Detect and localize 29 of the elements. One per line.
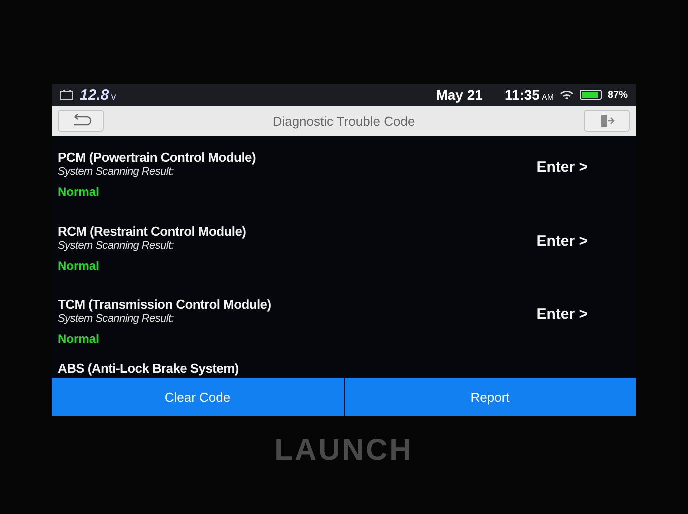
module-name: ABS (Anti-Lock Brake System)	[58, 360, 240, 376]
voltage-reading: 12.8	[80, 86, 110, 104]
exit-door-icon	[598, 114, 615, 128]
result-status: Normal	[58, 332, 100, 346]
screen-title: Diagnostic Trouble Code	[272, 114, 416, 128]
module-name: PCM (Powertrain Control Module)	[58, 150, 257, 166]
result-status: Normal	[58, 258, 100, 273]
enter-button[interactable]: Enter >	[530, 232, 594, 251]
battery-percent: 87%	[608, 90, 628, 100]
back-button[interactable]	[58, 110, 104, 132]
voltage-unit: v	[111, 92, 116, 103]
result-status: Normal	[58, 185, 100, 200]
module-name: TCM (Transmission Control Module)	[58, 296, 272, 312]
result-label: System Scanning Result:	[58, 312, 175, 325]
module-name: RCM (Restraint Control Module)	[58, 224, 248, 239]
battery-icon	[580, 90, 602, 100]
enter-button[interactable]: Enter >	[530, 158, 594, 178]
clear-code-button[interactable]: Clear Code	[52, 378, 344, 416]
report-button[interactable]: Report	[344, 378, 636, 416]
wifi-icon	[560, 90, 574, 100]
time-text: 11:35	[504, 87, 540, 103]
date-text: May 21	[436, 87, 483, 103]
battery-car-icon	[60, 90, 74, 100]
result-label: System Scanning Result:	[58, 166, 175, 178]
brand-logo: LAUNCH	[274, 434, 414, 468]
result-label: System Scanning Result:	[58, 240, 175, 252]
enter-button[interactable]: Enter >	[530, 304, 594, 324]
exit-button[interactable]	[584, 110, 630, 132]
meridiem-text: AM	[542, 93, 554, 102]
